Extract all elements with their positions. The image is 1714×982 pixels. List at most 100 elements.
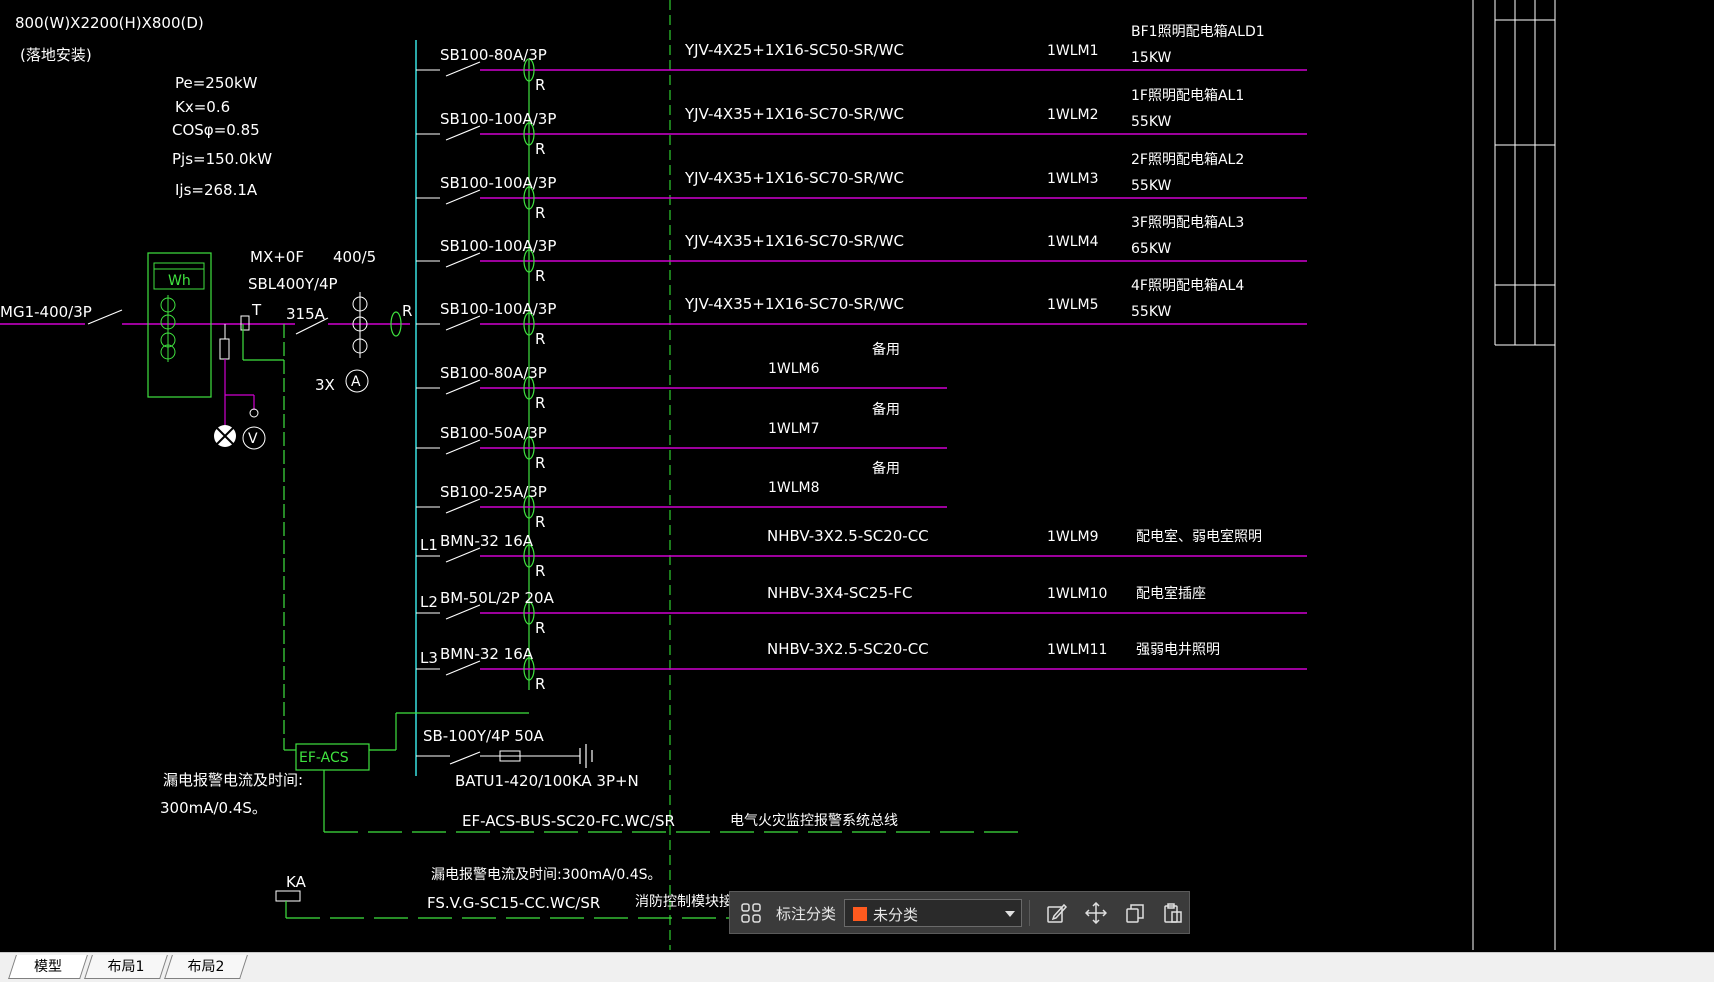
monitoring-bus-desc: 电气火灾监控报警系统总线 [730,812,898,829]
feeder-r-mark: R [535,394,545,412]
feeder-load: 4F照明配电箱AL4 [1131,278,1244,294]
ammeter-count: 3X [315,376,335,394]
feeder-switch [445,315,481,331]
feeder-id: 1WLM2 [1047,107,1099,123]
feeder-cable: NHBV-3X4-SC25-FC [767,584,913,602]
chevron-down-icon [1005,911,1015,917]
breaker-mx: MX+0F [250,248,304,266]
feeder-load: 3F照明配电箱AL3 [1131,215,1244,231]
feeder-load: 1F照明配电箱AL1 [1131,88,1244,104]
feeder-r-mark: R [535,204,545,222]
feeder-load: 配电室插座 [1136,585,1206,602]
feeder-r-mark: R [535,267,545,285]
feeder-switch [445,604,481,620]
tab-model[interactable]: 模型 [8,955,88,979]
feeder-row: SB100-25A/3P R 1WLM8 备用 [416,460,947,531]
feeder-id: 1WLM9 [1047,529,1099,545]
tab-layout2[interactable]: 布局2 [164,955,248,979]
incoming-switch [87,309,123,325]
feeder-row: SB100-100A/3P R YJV-4X35+1X16-SC70-SR/WC 1W… [416,215,1307,285]
feeder-breaker: SB100-100A/3P [440,110,556,128]
annotation-category-label: 标注分类 [776,905,837,923]
feeder-breaker: BM-50L/2P 20A [440,589,555,607]
feeder-r-mark: R [535,675,545,693]
panel-pe: Pe=250kW [175,74,258,92]
feeder-group: SB100-80A/3P R YJV-4X25+1X16-SC50-SR/WC 1WL… [416,24,1307,693]
main-rating: 315A [286,305,326,323]
ammeter-label: A [351,374,361,390]
layout-tab-bar: 模型 布局1 布局2 [0,952,1714,982]
feeder-cable: YJV-4X35+1X16-SC70-SR/WC [684,295,904,313]
copy-icon[interactable] [1124,902,1146,924]
tab-layout1[interactable]: 布局1 [84,955,168,979]
feeder-switch [445,498,481,514]
panel-ijs: Ijs=268.1A [175,181,258,199]
feeder-r-mark: R [535,619,545,637]
feeder-r-mark: R [535,513,545,531]
move-icon[interactable] [1084,901,1108,925]
alarm-value: 300mA/0.4S。 [160,799,267,817]
feeder-switch [445,439,481,455]
fire-cable: FS.V.G-SC15-CC.WC/SR [427,894,600,912]
feeder-load: 备用 [872,460,900,477]
feeder-switch [445,660,481,676]
tab-layout1-label: 布局1 [107,959,145,975]
feeder-switch [445,252,481,268]
feeder-breaker: SB100-100A/3P [440,174,556,192]
panel-cos: COSφ=0.85 [172,121,260,139]
feeder-row: SB100-80A/3P R 1WLM6 备用 [416,341,947,412]
feeder-breaker: SB100-100A/3P [440,237,556,255]
feeder-row: BMN-32 16AR NHBV-3X2.5-SC20-CC 1WLM11 强弱电井照… [416,640,1307,693]
feeder-breaker: SB100-50A/3P [440,424,547,442]
feeder-load: 配电室、弱电室照明 [1136,528,1262,545]
feeder-row: SB100-100A/3P R YJV-4X35+1X16-SC70-SR/WC 1W… [416,152,1307,222]
incoming-cable-label: MG1-400/3P [0,303,92,321]
feeder-r-mark: R [535,562,545,580]
feeder-id: 1WLM1 [1047,43,1099,59]
ka-relay [275,890,301,902]
feeder-r-mark: R [535,454,545,472]
panel-dimensions: 800(W)X2200(H)X800(D) [15,14,204,32]
feeder-load: BF1照明配电箱ALD1 [1131,24,1265,40]
feeder-switch [445,379,481,395]
annotation-category-select[interactable]: 未分类 [844,899,1022,927]
feeder-id: 1WLM5 [1047,297,1099,313]
feeder-id: 1WLM4 [1047,234,1099,250]
drawing-svg[interactable]: 800(W)X2200(H)X800(D) (落地安装) Pe=250kW Kx… [0,0,1714,950]
ka-label: KA [286,873,307,891]
category-color-swatch [853,907,867,921]
feeder-switch [445,189,481,205]
feeder-switch [445,547,481,563]
main-breaker: SBL400Y/4P [248,275,338,293]
feeder-id: 1WLM10 [1047,586,1107,602]
feeder-load: 备用 [872,341,900,358]
panel-pjs: Pjs=150.0kW [172,150,272,168]
ef-acs-label: EF-ACS [299,750,349,766]
feeder-cable: YJV-4X35+1X16-SC70-SR/WC [684,169,904,187]
annotation-category-value: 未分类 [873,906,919,924]
feeder-power: 15KW [1131,50,1171,66]
feeder-row: BM-50L/2P 20A R NHBV-3X4-SC25-FC 1WLM10 配电室插… [416,584,1307,637]
tab-model-label: 模型 [34,959,62,975]
feeder-cable: YJV-4X35+1X16-SC70-SR/WC [684,232,904,250]
paste-icon[interactable] [1162,902,1184,924]
panel-kx: Kx=0.6 [175,98,230,116]
feeder-cable: NHBV-3X2.5-SC20-CC [767,527,929,545]
tab-layout2-label: 布局2 [187,959,225,975]
feeder-power: 65KW [1131,241,1171,257]
feeder-power: 55KW [1131,114,1171,130]
feeder-id: 1WLM11 [1047,642,1107,658]
feeder-row: BMN-32 16AR NHBV-3X2.5-SC20-CC 1WLM9 配电室、弱电… [416,527,1307,580]
annotation-toolbar: 标注分类 未分类 [729,891,1190,934]
surge-spd: BATU1-420/100KA 3P+N [455,772,639,790]
feeder-power: 55KW [1131,304,1171,320]
grid-icon[interactable] [740,902,762,924]
feeder-breaker: SB100-100A/3P [440,300,556,318]
feeder-id: 1WLM8 [768,480,820,496]
feeder-cable: YJV-4X25+1X16-SC50-SR/WC [684,41,904,59]
feeder-phase: L3 [420,649,438,667]
edit-icon[interactable] [1046,902,1068,924]
alarm-label: 漏电报警电流及时间: [163,771,303,789]
drawing-canvas[interactable]: 800(W)X2200(H)X800(D) (落地安装) Pe=250kW Kx… [0,0,1714,950]
feeder-r-mark: R [535,76,545,94]
